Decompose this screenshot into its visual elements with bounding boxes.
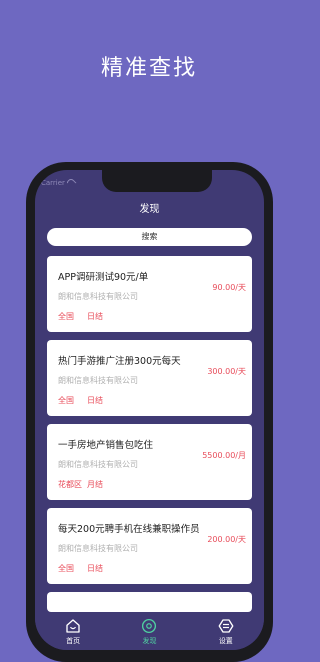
job-salary: 200.00/天 [207, 535, 246, 544]
phone-frame: Carrier 发现 搜索 APP调研测试90元/单 朗和信息科技有限公司 90… [26, 162, 273, 662]
job-title: 热门手游推广注册300元每天 [58, 356, 181, 367]
tab-home-label: 首页 [66, 637, 81, 645]
job-card[interactable]: APP调研测试90元/单 朗和信息科技有限公司 90.00/天 全国 日结 [47, 256, 252, 332]
promo-title: 精准查找 [100, 56, 197, 81]
carrier-label: Carrier [41, 179, 65, 187]
discover-icon [142, 618, 157, 634]
job-settlement: 日结 [87, 564, 103, 573]
tab-discover[interactable]: 发现 [119, 614, 179, 650]
status-carrier: Carrier [41, 177, 77, 189]
job-card[interactable]: 每天200元聘手机在线兼职操作员 朗和信息科技有限公司 200.00/天 全国 … [47, 508, 252, 584]
wifi-icon [65, 177, 77, 189]
tab-discover-label: 发现 [142, 637, 157, 645]
job-company: 朗和信息科技有限公司 [58, 376, 138, 385]
settings-icon [218, 619, 234, 633]
tab-settings-label: 设置 [218, 637, 233, 645]
app-screen: Carrier 发现 搜索 APP调研测试90元/单 朗和信息科技有限公司 90… [35, 170, 264, 650]
job-location: 全国 [58, 396, 74, 405]
job-settlement: 日结 [87, 396, 103, 405]
job-location: 全国 [58, 312, 74, 321]
job-company: 朗和信息科技有限公司 [58, 292, 138, 301]
job-card[interactable]: 热门手游推广注册300元每天 朗和信息科技有限公司 300.00/天 全国 日结 [47, 340, 252, 416]
job-location: 花都区 [58, 480, 82, 489]
tab-settings[interactable]: 设置 [196, 614, 256, 650]
phone-notch [102, 170, 212, 192]
page-title: 发现 [139, 204, 160, 215]
job-company: 朗和信息科技有限公司 [58, 544, 138, 553]
job-settlement: 日结 [87, 312, 103, 321]
job-company: 朗和信息科技有限公司 [58, 460, 138, 469]
tab-home[interactable]: 首页 [43, 614, 103, 650]
job-salary: 300.00/天 [207, 367, 246, 376]
job-location: 全国 [58, 564, 74, 573]
search-button[interactable]: 搜索 [47, 228, 252, 246]
job-card-partial[interactable] [47, 592, 252, 612]
job-salary: 5500.00/月 [202, 451, 246, 460]
job-title: 一手房地产销售包吃住 [58, 440, 154, 451]
job-title: 每天200元聘手机在线兼职操作员 [58, 524, 200, 535]
job-salary: 90.00/天 [212, 283, 246, 292]
job-title: APP调研测试90元/单 [58, 272, 149, 283]
job-card[interactable]: 一手房地产销售包吃住 朗和信息科技有限公司 5500.00/月 花都区 月结 [47, 424, 252, 500]
job-settlement: 月结 [87, 480, 103, 489]
home-icon [66, 619, 80, 633]
tab-bar: 首页 发现 设置 [35, 614, 264, 650]
